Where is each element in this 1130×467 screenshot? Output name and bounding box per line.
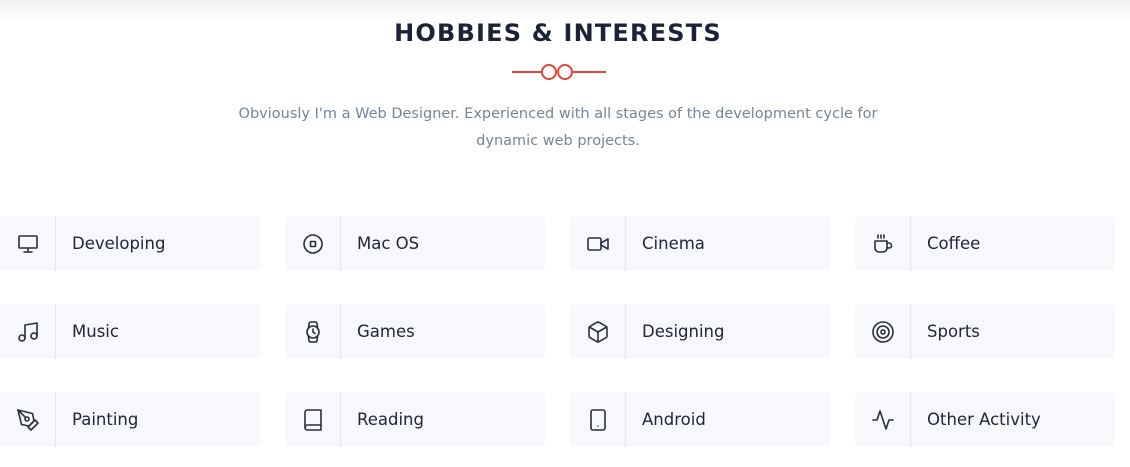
hobby-card-designing[interactable]: Designing <box>570 304 830 359</box>
hobby-card-cinema[interactable]: Cinema <box>570 216 830 271</box>
section-title: HOBBIES & INTERESTS <box>394 19 722 47</box>
hobby-label: Other Activity <box>927 410 1041 429</box>
hobby-label: Games <box>357 322 415 341</box>
hobby-label: Sports <box>927 322 980 341</box>
hobby-card-painting[interactable]: Painting <box>0 392 260 447</box>
book-icon <box>285 392 341 447</box>
tablet-icon <box>570 392 626 447</box>
music-note-icon <box>0 304 56 359</box>
hobby-label: Reading <box>357 410 424 429</box>
cube-icon <box>570 304 626 359</box>
watch-icon <box>285 304 341 359</box>
coffee-cup-icon <box>855 216 911 271</box>
hobby-label: Mac OS <box>357 234 420 253</box>
hobby-label: Painting <box>72 410 139 429</box>
hobby-card-games[interactable]: Games <box>285 304 545 359</box>
title-divider <box>512 64 606 80</box>
monitor-icon <box>0 216 56 271</box>
hobby-card-sports[interactable]: Sports <box>855 304 1115 359</box>
hobby-card-mac-os[interactable]: Mac OS <box>285 216 545 271</box>
hobby-card-other-activity[interactable]: Other Activity <box>855 392 1115 447</box>
hobby-card-android[interactable]: Android <box>570 392 830 447</box>
hobby-card-developing[interactable]: Developing <box>0 216 260 271</box>
hobby-label: Music <box>72 322 119 341</box>
hobby-label: Developing <box>72 234 166 253</box>
hobby-label: Android <box>642 410 706 429</box>
activity-icon <box>855 392 911 447</box>
disc-icon <box>285 216 341 271</box>
hobby-label: Designing <box>642 322 725 341</box>
hobby-label: Cinema <box>642 234 705 253</box>
hobby-label: Coffee <box>927 234 981 253</box>
hobby-card-reading[interactable]: Reading <box>285 392 545 447</box>
video-camera-icon <box>570 216 626 271</box>
target-icon <box>855 304 911 359</box>
pen-tool-icon <box>0 392 56 447</box>
hobby-card-coffee[interactable]: Coffee <box>855 216 1115 271</box>
hobby-card-music[interactable]: Music <box>0 304 260 359</box>
section-description: Obviously I'm a Web Designer. Experience… <box>238 106 878 149</box>
